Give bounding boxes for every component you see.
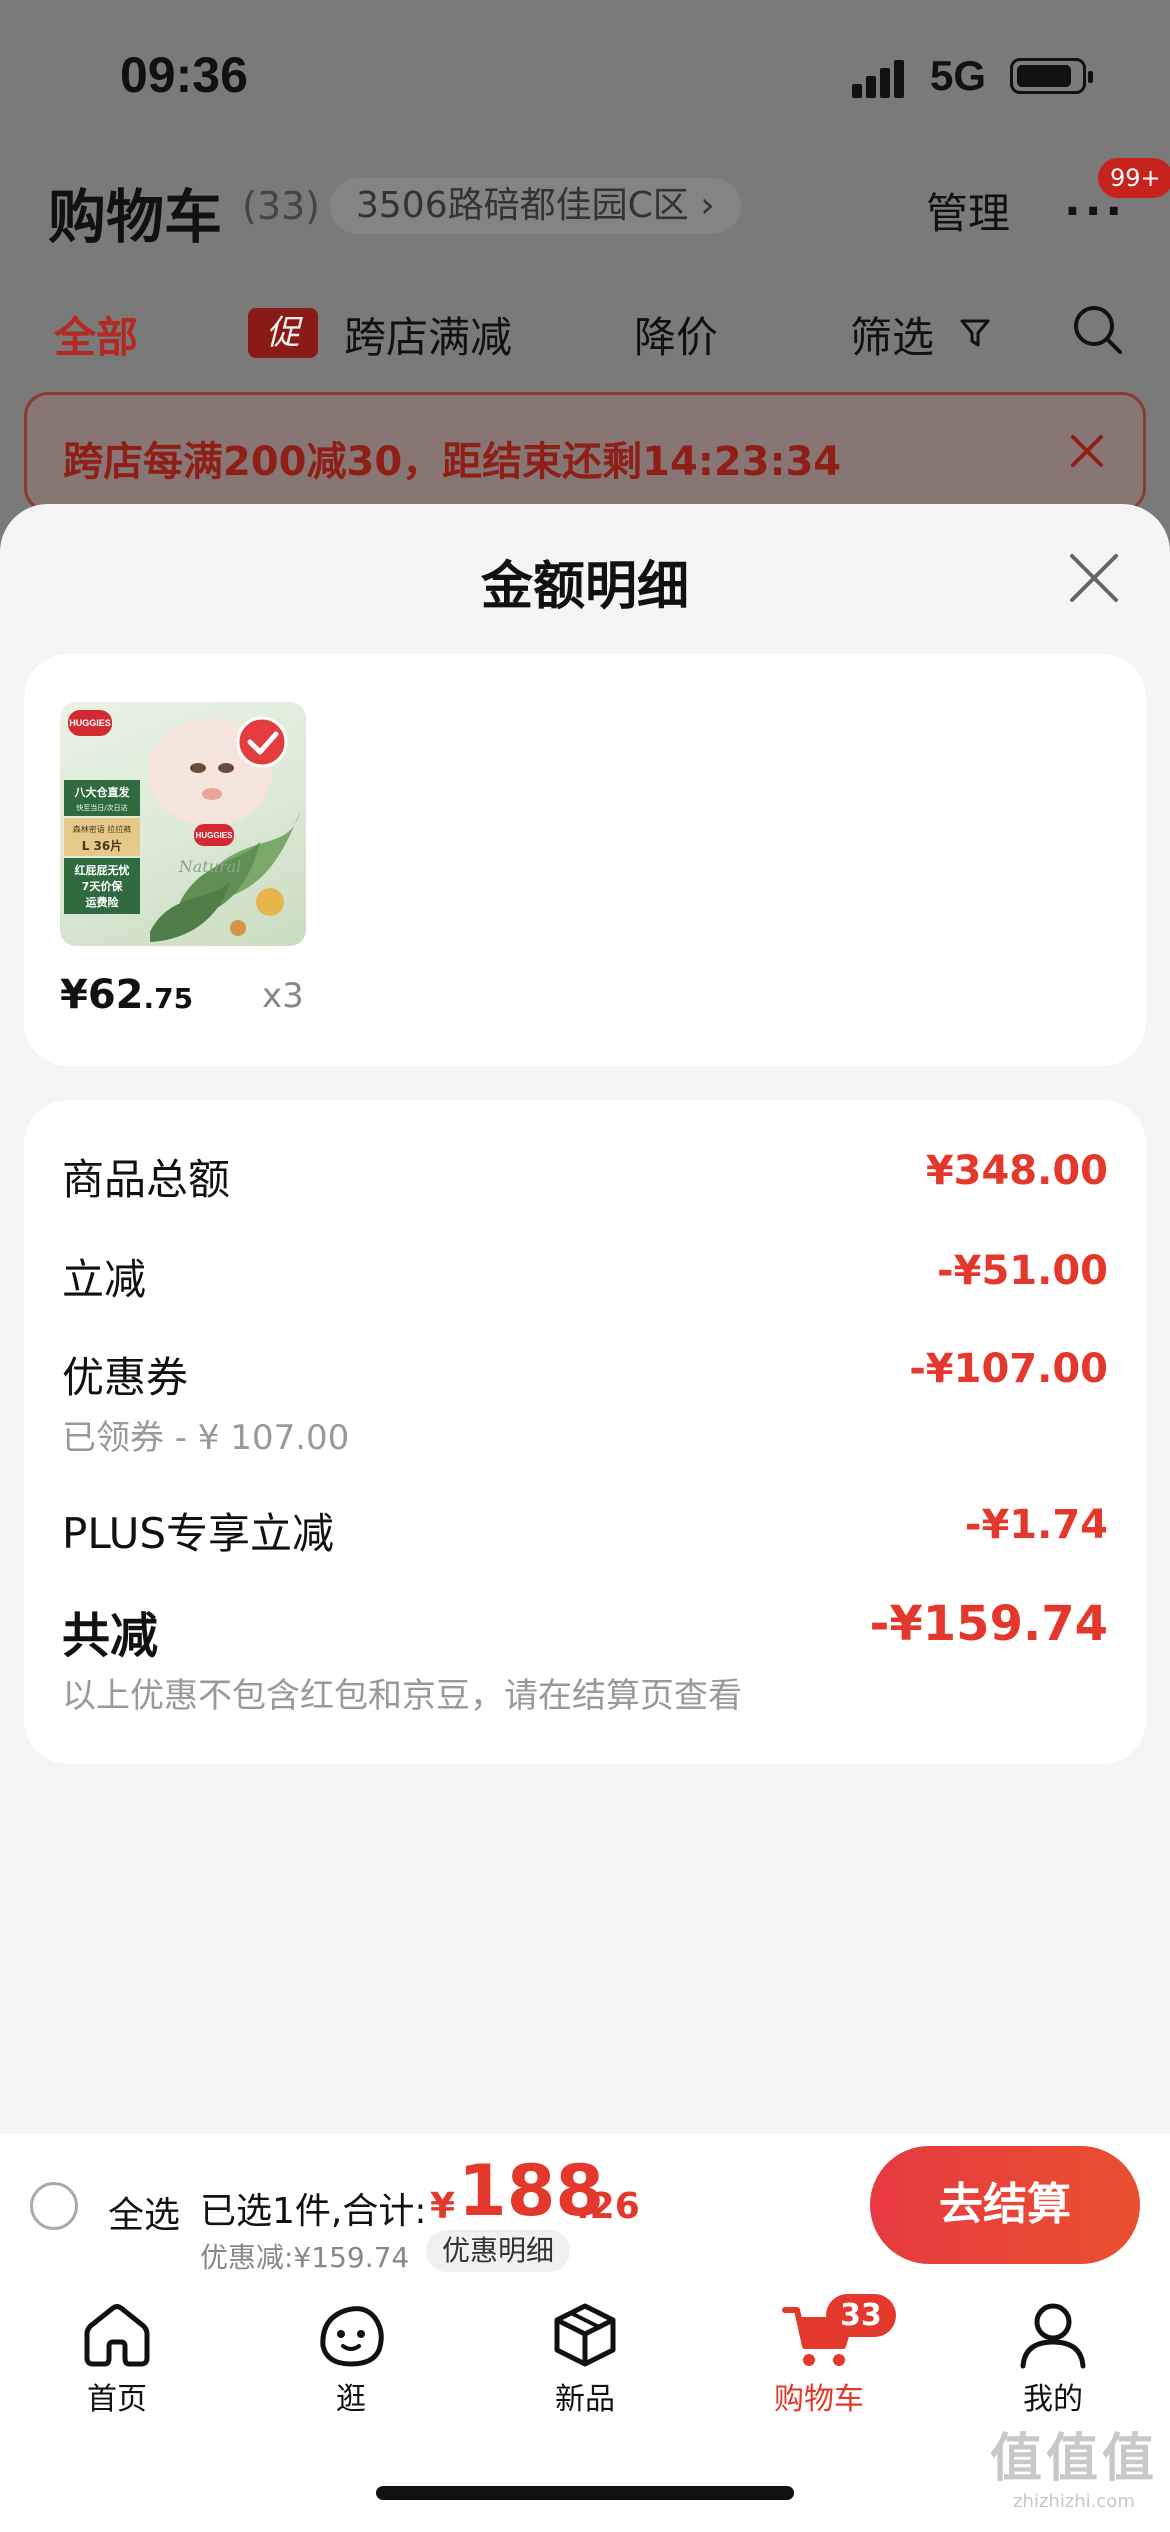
- message-badge: 99+: [1098, 158, 1170, 198]
- tab-profile[interactable]: 我的: [978, 2300, 1128, 2418]
- checkout-button[interactable]: 去结算: [870, 2146, 1140, 2264]
- box-icon: [554, 2303, 616, 2367]
- total-discount-value: -¥159.74: [869, 1596, 1108, 1652]
- tab-home[interactable]: 首页: [42, 2300, 192, 2418]
- discount-summary: 优惠减:¥159.74: [200, 2241, 410, 2274]
- tab-browse[interactable]: 逛: [276, 2300, 426, 2418]
- home-indicator: [376, 2486, 794, 2500]
- close-icon[interactable]: [1059, 423, 1115, 479]
- selected-info: 已选1件,合计:: [200, 2191, 427, 2232]
- battery-icon: [1010, 58, 1093, 94]
- select-all-label[interactable]: 全选: [108, 2186, 180, 2238]
- discount-detail-button[interactable]: 优惠明细: [426, 2230, 571, 2272]
- diaper-package-illustration: HUGGIES 八大仓直发 快至当日/次日达 森林密语 拉拉裤 L 36片 红屁…: [64, 710, 300, 942]
- filter-icon[interactable]: [960, 318, 990, 348]
- plus-discount-value: -¥1.74: [964, 1502, 1108, 1548]
- tab-price-drop[interactable]: 降价: [634, 304, 718, 365]
- bottom-tab-bar: 首页 逛 新品 33 购物车 我的 值值值 zhizhizhi.com: [0, 2276, 1170, 2532]
- watermark-logo: 值值值: [989, 2429, 1158, 2489]
- inner-brand-text: HUGGIES: [196, 831, 234, 840]
- close-icon[interactable]: [1064, 548, 1124, 608]
- plus-discount-label: PLUS专享立减: [62, 1509, 335, 1558]
- product-image[interactable]: HUGGIES 八大仓直发 快至当日/次日达 森林密语 拉拉裤 L 36片 红屁…: [60, 702, 306, 946]
- tab-cross-store[interactable]: 跨店满减: [344, 304, 512, 365]
- total-currency: ¥: [430, 2186, 456, 2227]
- tab-label: 逛: [336, 2382, 366, 2417]
- brand-logo-text: HUGGIES: [69, 718, 111, 728]
- price-symbol: ¥: [60, 972, 88, 1018]
- product-price: ¥62.75: [60, 972, 193, 1018]
- tab-all[interactable]: 全部: [54, 304, 138, 365]
- site-watermark: 值值值 zhizhizhi.com: [990, 2416, 1158, 2512]
- coupon-label: 优惠券: [62, 1353, 189, 1402]
- instant-discount-value: -¥51.00: [937, 1248, 1108, 1294]
- badge-line-3: 森林密语 拉拉裤: [73, 824, 132, 834]
- select-all-checkbox[interactable]: [30, 2182, 78, 2230]
- discount-note: 以上优惠不包含红包和京豆，请在结算页查看: [62, 1676, 742, 1716]
- tab-label: 首页: [87, 2382, 147, 2417]
- price-integer: 62: [87, 972, 144, 1018]
- network-type: 5G: [930, 52, 987, 99]
- badge-line-7: 运费险: [86, 895, 120, 909]
- tab-label: 购物车: [774, 2382, 864, 2417]
- goods-total-label: 商品总额: [62, 1155, 231, 1204]
- tab-filter[interactable]: 筛选: [850, 304, 934, 365]
- total-decimal: .26: [576, 2186, 640, 2227]
- promo-banner: 跨店每满200减30，距结束还剩14:23:34: [24, 392, 1146, 512]
- badge-line-2: 快至当日/次日达: [76, 803, 127, 812]
- price-decimal: .75: [143, 982, 194, 1015]
- product-quantity: x3: [262, 976, 304, 1016]
- price-summary-card: 商品总额 ¥348.00 立减 -¥51.00 优惠券 -¥107.00 已领券…: [24, 1100, 1146, 1764]
- address-selector[interactable]: 3506路碚都佳园C区 ›: [330, 178, 741, 234]
- coupon-claimed-note: 已领券 - ¥ 107.00: [62, 1418, 350, 1458]
- total-discount-label: 共减: [62, 1608, 159, 1664]
- status-bar: 09:36 5G: [0, 0, 1170, 150]
- coupon-value: -¥107.00: [909, 1346, 1108, 1392]
- tab-cart[interactable]: 33 购物车: [744, 2294, 896, 2418]
- promo-countdown-text: 跨店每满200减30，距结束还剩14:23:34: [63, 439, 842, 485]
- sheet-title: 金额明细: [480, 557, 689, 617]
- browse-face-icon: [320, 2306, 384, 2367]
- tab-new-products[interactable]: 新品: [510, 2300, 660, 2418]
- goods-total-value: ¥348.00: [925, 1148, 1108, 1194]
- manage-button[interactable]: 管理: [926, 180, 1010, 241]
- search-icon[interactable]: [1070, 302, 1126, 358]
- badge-line-5: 红屁屁无忧: [75, 863, 130, 877]
- watermark-url: zhizhizhi.com: [1013, 2491, 1135, 2512]
- product-card: HUGGIES 八大仓直发 快至当日/次日达 森林密语 拉拉裤 L 36片 红屁…: [24, 654, 1146, 1066]
- badge-line-4: L 36片: [82, 838, 123, 853]
- cart-count: (33): [242, 184, 321, 228]
- promo-badge: 促: [248, 308, 318, 358]
- checkout-bar: 全选 已选1件,合计: ¥ 188 .26 优惠减:¥159.74 优惠明细 去…: [0, 2134, 1170, 2276]
- signal-icon: [852, 56, 916, 98]
- page-title: 购物车: [48, 183, 223, 251]
- home-icon: [84, 2304, 150, 2367]
- tab-label: 我的: [1023, 2382, 1083, 2417]
- status-time: 09:36: [120, 47, 248, 103]
- instant-discount-label: 立减: [62, 1255, 147, 1304]
- script-word: Natural: [178, 857, 242, 876]
- cart-badge: 33: [826, 2294, 896, 2337]
- tab-label: 新品: [555, 2382, 615, 2417]
- person-icon: [1020, 2303, 1086, 2369]
- badge-line-1: 八大仓直发: [74, 785, 131, 799]
- badge-line-6: 7天价保: [82, 879, 124, 893]
